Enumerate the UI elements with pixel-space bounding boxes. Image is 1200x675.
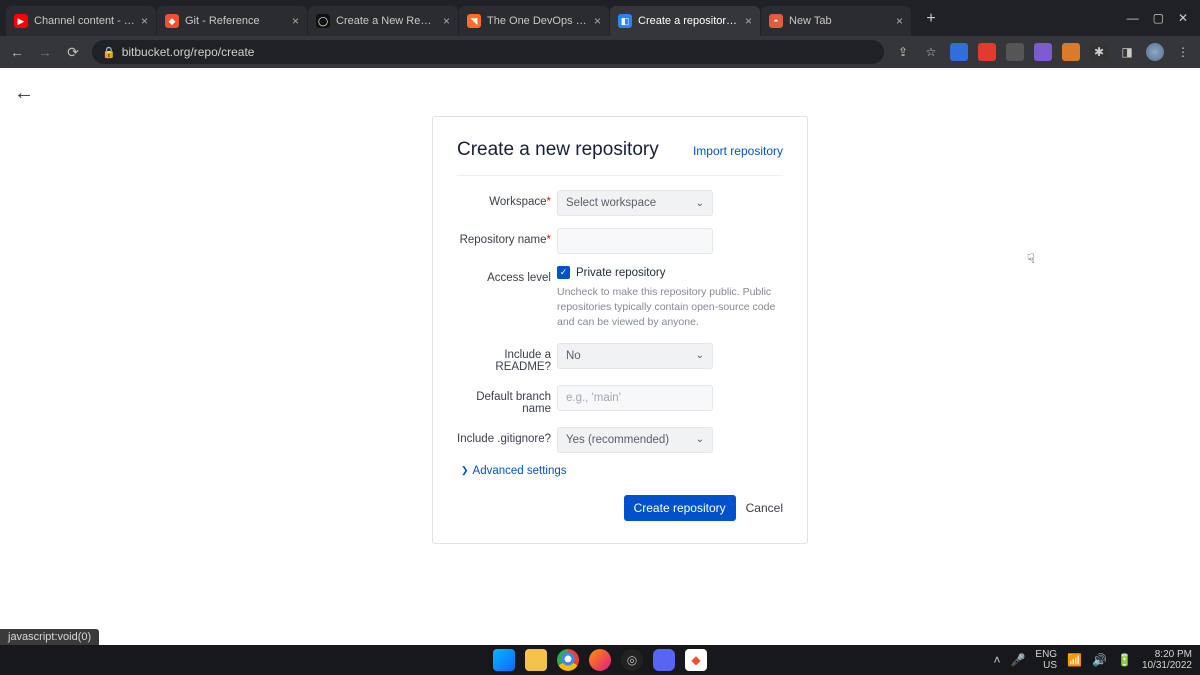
tab-title: New Tab — [789, 15, 890, 27]
side-panel-icon[interactable]: ◨ — [1118, 43, 1136, 61]
select-value: Select workspace — [566, 197, 656, 209]
chevron-down-icon: ⌄ — [696, 198, 704, 209]
youtube-icon: ▶ — [14, 14, 28, 28]
cursor-icon: ☟ — [1027, 251, 1035, 267]
tab-title: Create a repository — Bitbucket — [638, 15, 739, 27]
private-checkbox[interactable]: ✓ — [557, 266, 570, 279]
chevron-down-icon: ⌄ — [696, 350, 704, 361]
close-icon[interactable]: × — [443, 14, 450, 28]
obs-icon[interactable]: ◎ — [621, 649, 643, 671]
git-app-icon[interactable]: ◆ — [685, 649, 707, 671]
close-icon[interactable]: × — [292, 14, 299, 28]
tab-title: The One DevOps Platform | GitL — [487, 15, 588, 27]
profile-avatar[interactable] — [1146, 43, 1164, 61]
reload-icon[interactable]: ⟳ — [64, 44, 82, 61]
access-hint: Uncheck to make this repository public. … — [557, 285, 777, 331]
tab-strip: ▶ Channel content - YouTube Stu × ◆ Git … — [6, 6, 1115, 36]
maximize-icon[interactable]: ▢ — [1153, 11, 1164, 25]
chrome-icon[interactable] — [557, 649, 579, 671]
chevron-up-icon[interactable]: ˄ — [993, 653, 1000, 667]
extension-icon[interactable] — [1062, 43, 1080, 61]
branch-input[interactable] — [557, 385, 713, 411]
url-text: bitbucket.org/repo/create — [122, 45, 255, 59]
file-explorer-icon[interactable] — [525, 649, 547, 671]
clock[interactable]: 8:20 PM10/31/2022 — [1142, 649, 1192, 672]
extension-icon[interactable] — [1034, 43, 1052, 61]
brave-icon: ◓ — [769, 14, 783, 28]
new-tab-button[interactable]: + — [918, 6, 944, 32]
lock-icon: 🔒 — [102, 46, 116, 59]
toolbar-icons: ⇪ ☆ ✱ ◨ ⋮ — [894, 43, 1192, 61]
chevron-down-icon: ⌄ — [696, 434, 704, 445]
access-level-label: Access level — [457, 266, 557, 284]
volume-icon[interactable]: 🔊 — [1092, 653, 1107, 667]
repo-name-input[interactable] — [557, 228, 713, 254]
share-icon[interactable]: ⇪ — [894, 43, 912, 61]
gitlab-icon: ◥ — [467, 14, 481, 28]
branch-label: Default branch name — [457, 385, 557, 415]
select-value: No — [566, 350, 581, 362]
extension-icon[interactable] — [1006, 43, 1024, 61]
close-icon[interactable]: × — [745, 14, 752, 28]
tab-gitlab[interactable]: ◥ The One DevOps Platform | GitL × — [459, 6, 609, 36]
browser-titlebar: ▶ Channel content - YouTube Stu × ◆ Git … — [0, 0, 1200, 36]
page-content: ← Create a new repository Import reposit… — [0, 68, 1200, 645]
create-repository-button[interactable]: Create repository — [624, 495, 736, 521]
workspace-label: Workspace* — [457, 190, 557, 208]
language-indicator[interactable]: ENGUS — [1035, 649, 1057, 672]
minimize-icon[interactable]: — — [1127, 11, 1139, 25]
readme-select[interactable]: No ⌄ — [557, 343, 713, 369]
readme-label: Include a README? — [457, 343, 557, 373]
close-icon[interactable]: × — [594, 14, 601, 28]
address-bar: ← → ⟳ 🔒 bitbucket.org/repo/create ⇪ ☆ ✱ … — [0, 36, 1200, 68]
close-icon[interactable]: × — [896, 14, 903, 28]
bitbucket-icon: ◧ — [618, 14, 632, 28]
select-value: Yes (recommended) — [566, 434, 669, 446]
system-tray[interactable]: ˄ 🎤 ENGUS 📶 🔊 🔋 8:20 PM10/31/2022 — [993, 649, 1192, 672]
tab-git[interactable]: ◆ Git - Reference × — [157, 6, 307, 36]
close-window-icon[interactable]: ✕ — [1178, 11, 1188, 25]
firefox-icon[interactable] — [589, 649, 611, 671]
gitignore-select[interactable]: Yes (recommended) ⌄ — [557, 427, 713, 453]
wifi-icon[interactable]: 📶 — [1067, 653, 1082, 667]
chevron-right-icon: ❯ — [461, 465, 469, 476]
page-back-button[interactable]: ← — [14, 82, 34, 105]
private-checkbox-label: Private repository — [576, 267, 665, 279]
extension-icon[interactable] — [950, 43, 968, 61]
status-bar: javascript:void(0) — [0, 629, 99, 645]
tab-title: Channel content - YouTube Stu — [34, 15, 135, 27]
forward-icon[interactable]: → — [36, 44, 54, 60]
workspace-select[interactable]: Select workspace ⌄ — [557, 190, 713, 216]
mic-icon[interactable]: 🎤 — [1010, 653, 1025, 667]
bookmark-icon[interactable]: ☆ — [922, 43, 940, 61]
repo-name-label: Repository name* — [457, 228, 557, 246]
kebab-menu-icon[interactable]: ⋮ — [1174, 43, 1192, 61]
tab-title: Create a New Repository — [336, 15, 437, 27]
tab-github[interactable]: ◯ Create a New Repository × — [308, 6, 458, 36]
import-repository-link[interactable]: Import repository — [693, 144, 783, 158]
windows-taskbar: ◎ ◆ ˄ 🎤 ENGUS 📶 🔊 🔋 8:20 PM10/31/2022 — [0, 645, 1200, 675]
advanced-settings-toggle[interactable]: ❯ Advanced settings — [461, 465, 783, 477]
url-field[interactable]: 🔒 bitbucket.org/repo/create — [92, 40, 884, 64]
extensions-icon[interactable]: ✱ — [1090, 43, 1108, 61]
tab-title: Git - Reference — [185, 15, 286, 27]
discord-icon[interactable] — [653, 649, 675, 671]
window-controls: — ▢ ✕ — [1115, 0, 1200, 36]
start-button[interactable] — [493, 649, 515, 671]
github-icon: ◯ — [316, 14, 330, 28]
taskbar-apps: ◎ ◆ — [493, 649, 707, 671]
battery-icon[interactable]: 🔋 — [1117, 653, 1132, 667]
cancel-button[interactable]: Cancel — [746, 501, 783, 515]
back-icon[interactable]: ← — [8, 44, 26, 60]
tab-newtab[interactable]: ◓ New Tab × — [761, 6, 911, 36]
tab-bitbucket[interactable]: ◧ Create a repository — Bitbucket × — [610, 6, 760, 36]
extension-icon[interactable] — [978, 43, 996, 61]
git-icon: ◆ — [165, 14, 179, 28]
create-repo-card: Create a new repository Import repositor… — [432, 116, 808, 544]
page-title: Create a new repository — [457, 139, 659, 161]
gitignore-label: Include .gitignore? — [457, 427, 557, 445]
close-icon[interactable]: × — [141, 14, 148, 28]
tab-youtube[interactable]: ▶ Channel content - YouTube Stu × — [6, 6, 156, 36]
